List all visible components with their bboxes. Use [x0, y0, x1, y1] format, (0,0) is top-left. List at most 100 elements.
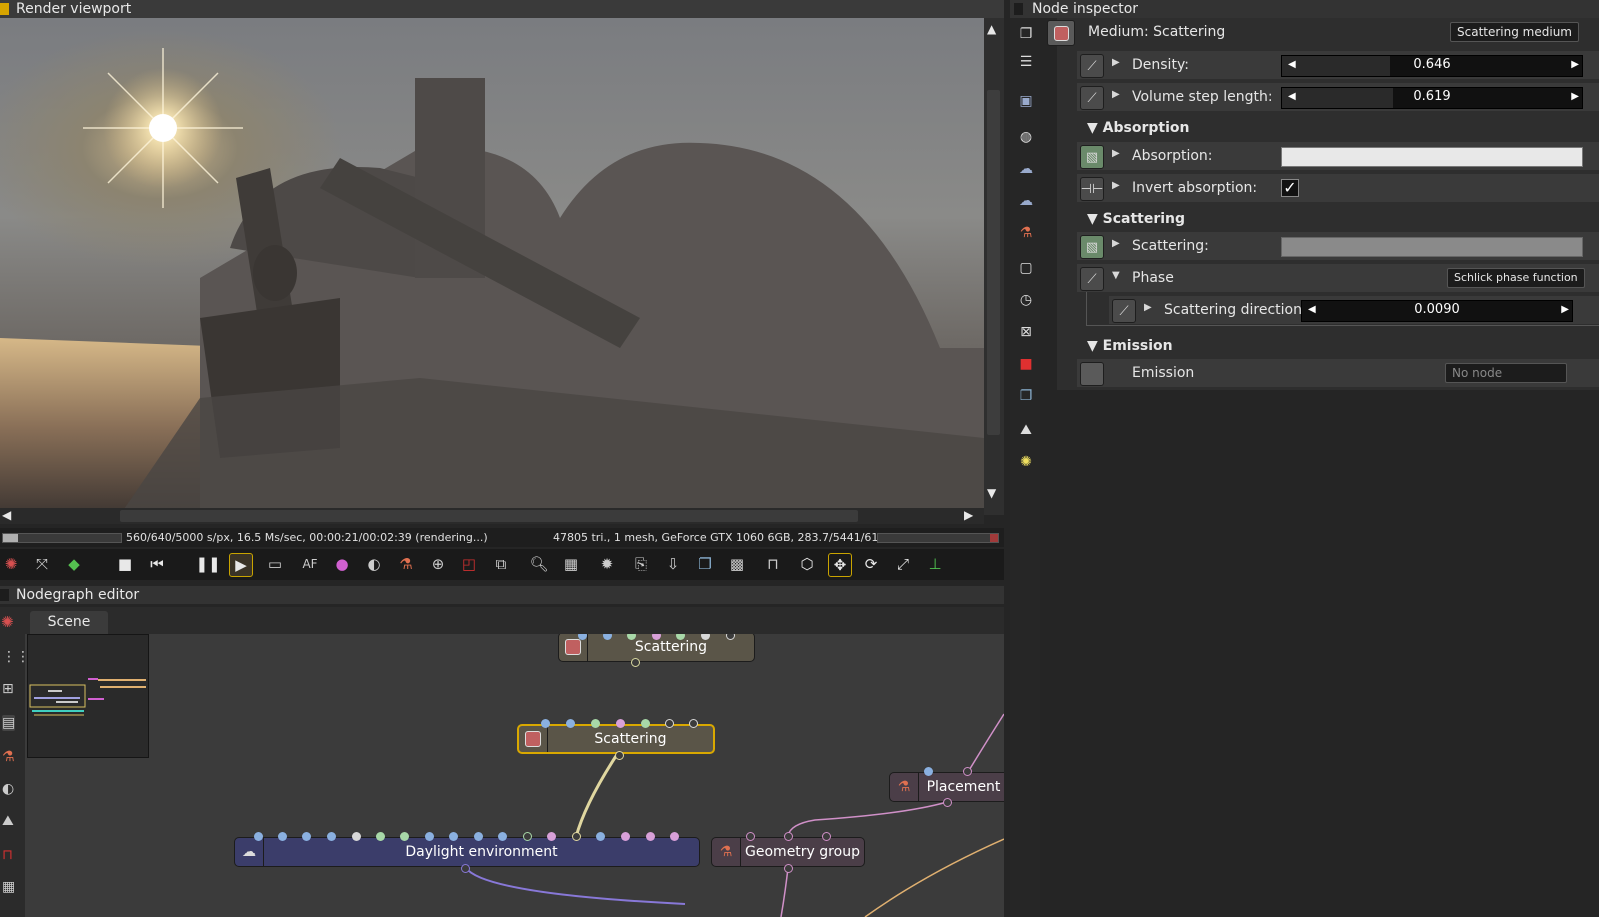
stop-icon[interactable]: ■ [114, 553, 136, 575]
node-pin[interactable] [784, 864, 793, 873]
clay-mode-icon[interactable]: ▩ [726, 553, 748, 575]
lock-icon[interactable]: ✹ [596, 553, 618, 575]
float-value-icon[interactable]: ⟋ [1080, 54, 1104, 78]
expand-all-icon[interactable]: ❐ [1016, 24, 1036, 44]
expand-arrow-icon[interactable]: ▶ [1112, 180, 1120, 191]
expand-arrow-icon[interactable]: ▶ [1112, 89, 1120, 100]
material-node-icon[interactable]: ⚗ [2, 749, 15, 765]
node-pin[interactable] [572, 832, 581, 841]
density-slider[interactable]: ◀ 0.646 ▶ [1281, 55, 1583, 77]
node-pin[interactable] [425, 832, 434, 841]
camera-reset-icon[interactable]: ⤧ [31, 553, 53, 575]
increment-arrow-icon[interactable]: ▶ [1561, 304, 1569, 315]
expand-arrow-icon[interactable]: ▶ [1112, 148, 1120, 159]
group-nodes-icon[interactable]: ⊞ [2, 681, 14, 697]
color-cube-icon[interactable]: ◆ [63, 553, 85, 575]
save-icon[interactable]: ⇩ [662, 553, 684, 575]
emission-section-header[interactable]: ▼ Emission [1087, 338, 1173, 354]
expand-arrow-icon[interactable]: ▶ [1144, 302, 1152, 313]
collapse-all-icon[interactable]: ☰ [1016, 52, 1036, 72]
move-icon[interactable]: ✥ [828, 553, 852, 577]
expand-arrow-icon[interactable]: ▶ [1112, 238, 1120, 249]
expand-arrow-icon[interactable]: ▶ [1112, 57, 1120, 68]
film-region-icon[interactable]: ⧉ [490, 553, 512, 575]
recenter-graph-icon[interactable]: ✺ [1, 613, 14, 631]
scroll-up-icon[interactable]: ▲ [987, 22, 996, 36]
phase-function-dropdown[interactable]: Schlick phase function [1447, 268, 1585, 288]
phase-function-icon[interactable]: ⟋ [1080, 267, 1104, 291]
float-value-icon[interactable]: ⟋ [1080, 86, 1104, 110]
imager-icon[interactable]: ⛰ [1016, 420, 1036, 440]
node-pin[interactable] [963, 767, 972, 776]
node-pin[interactable] [784, 832, 793, 841]
gizmo-icon[interactable]: ⊥ [924, 553, 946, 575]
animation-icon[interactable]: ◷ [1016, 290, 1036, 310]
texture-node-icon[interactable]: ◐ [2, 781, 14, 797]
node-pin[interactable] [943, 798, 952, 807]
node-geometry-group[interactable]: ⚗ Geometry group [711, 837, 865, 867]
node-pin[interactable] [641, 719, 650, 728]
box-icon[interactable]: ⬡ [796, 553, 818, 575]
absorption-color-swatch[interactable] [1281, 147, 1583, 167]
vertical-scroll-thumb[interactable] [987, 90, 1000, 435]
node-pin[interactable] [449, 832, 458, 841]
node-pin[interactable] [254, 832, 263, 841]
node-pin[interactable] [302, 832, 311, 841]
material-icon[interactable]: ■ [1016, 354, 1036, 374]
node-pin[interactable] [461, 864, 470, 873]
node-pin[interactable] [474, 832, 483, 841]
node-pin[interactable] [615, 751, 624, 760]
node-pin[interactable] [621, 832, 630, 841]
viewport-vertical-scrollbar[interactable]: ▲ ▼ [984, 18, 1004, 515]
copy-icon[interactable]: ⎘ [630, 553, 652, 575]
nodegraph-canvas[interactable]: Scattering Scattering ☁ Daylight environ… [25, 634, 1004, 917]
texture-value-icon[interactable]: ▧ [1080, 235, 1104, 259]
horizontal-scroll-thumb[interactable] [120, 510, 858, 522]
scroll-left-icon[interactable]: ◀ [2, 508, 11, 522]
node-pin[interactable] [631, 658, 640, 667]
camera-icon[interactable]: ◍ [1016, 127, 1036, 147]
node-pin[interactable] [400, 832, 409, 841]
float-value-icon[interactable]: ⟋ [1112, 299, 1136, 323]
node-scattering-selected[interactable]: Scattering [517, 724, 715, 754]
node-pin[interactable] [376, 832, 385, 841]
collapse-arrow-icon[interactable]: ▼ [1112, 270, 1120, 281]
fullscreen-icon[interactable]: ⤢ [892, 553, 914, 575]
color-picker-icon[interactable]: ● [331, 553, 353, 575]
node-pin[interactable] [646, 832, 655, 841]
node-pin[interactable] [616, 719, 625, 728]
render-viewport[interactable] [0, 18, 984, 515]
play-icon[interactable]: ▶ [229, 553, 253, 577]
render-layer-icon[interactable]: ❐ [1016, 386, 1036, 406]
invert-absorption-checkbox[interactable]: ✓ [1281, 179, 1299, 197]
zoom-icon[interactable]: 🔍︎ [528, 553, 550, 575]
increment-arrow-icon[interactable]: ▶ [1571, 59, 1579, 70]
absorption-section-header[interactable]: ▼ Absorption [1087, 120, 1189, 136]
node-pin[interactable] [670, 832, 679, 841]
node-pin[interactable] [278, 832, 287, 841]
scattering-section-header[interactable]: ▼ Scattering [1087, 211, 1185, 227]
node-pin[interactable] [596, 832, 605, 841]
node-pin[interactable] [352, 832, 361, 841]
node-type-dropdown[interactable]: Scattering medium [1450, 22, 1579, 42]
node-pin[interactable] [746, 832, 755, 841]
film-settings-icon[interactable]: ▢ [1016, 258, 1036, 278]
node-pin[interactable] [498, 832, 507, 841]
node-pin[interactable] [591, 719, 600, 728]
recenter-icon[interactable]: ✺ [0, 553, 22, 575]
node-pin[interactable] [541, 719, 550, 728]
postprocess-icon[interactable]: ✺ [1016, 452, 1036, 472]
scroll-right-icon[interactable]: ▶ [964, 508, 973, 522]
region-render-icon[interactable]: ◰ [458, 553, 480, 575]
export-icon[interactable]: ❐ [694, 553, 716, 575]
environment-icon[interactable]: ☁ [1016, 159, 1036, 179]
magnet-icon[interactable]: ⊓ [2, 847, 13, 863]
volume-step-length-slider[interactable]: ◀ 0.619 ▶ [1281, 87, 1583, 109]
object-picker-icon[interactable]: ⚗ [395, 553, 417, 575]
node-pin[interactable] [822, 832, 831, 841]
kernel-icon[interactable]: ⊠ [1016, 322, 1036, 342]
grid-icon[interactable]: ▦ [2, 879, 15, 895]
autofocus-icon[interactable]: AF [299, 553, 321, 575]
node-pin[interactable] [523, 832, 532, 841]
scattering-color-swatch[interactable] [1281, 237, 1583, 257]
